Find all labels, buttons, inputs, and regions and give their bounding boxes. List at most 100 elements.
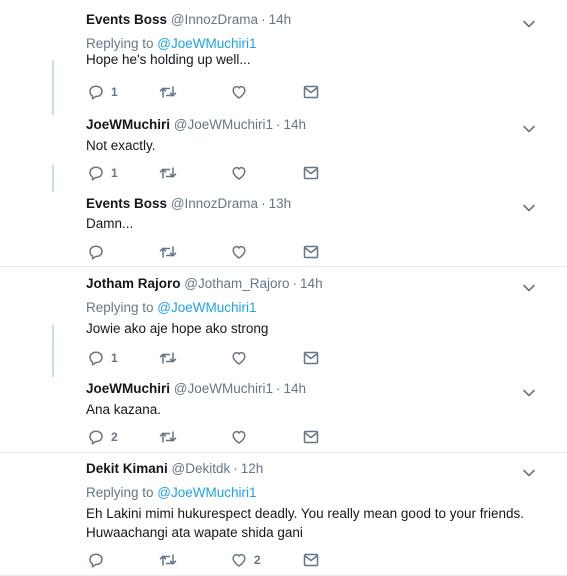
- reply-button[interactable]: 1: [88, 348, 118, 368]
- replying-to-link[interactable]: @JoeWMuchiri1: [157, 300, 256, 315]
- tweet-header: JoeWMuchiri @JoeWMuchiri1 · 14h: [86, 117, 306, 132]
- retweet-icon: [159, 429, 177, 445]
- heart-icon: [231, 350, 247, 366]
- tweet-timestamp[interactable]: 14h: [269, 12, 292, 27]
- retweet-icon: [159, 244, 177, 260]
- tweet[interactable]: Events Boss @InnozDrama · 14h Replying to @…: [0, 12, 567, 104]
- conversation-thread: Jotham Rajoro @Jotham_Rajoro · 14h Replying…: [0, 266, 567, 453]
- heart-icon: [231, 84, 247, 100]
- tweet[interactable]: Dekit Kimani @Dekitdk · 12h Replying to @Jo…: [0, 461, 567, 572]
- reply-count: 1: [111, 85, 118, 99]
- like-button[interactable]: [231, 242, 254, 262]
- replying-to-label: Replying to: [86, 36, 158, 51]
- tweet-text: Damn...: [86, 216, 134, 231]
- tweet-text: Not exactly.: [86, 138, 156, 153]
- author-handle[interactable]: @Jotham_Rajoro: [184, 276, 289, 291]
- more-options-chevron-down-icon[interactable]: [522, 465, 536, 477]
- author-name[interactable]: JoeWMuchiri: [86, 117, 170, 132]
- retweet-button[interactable]: [159, 82, 177, 102]
- replying-to-link[interactable]: @JoeWMuchiri1: [157, 36, 256, 51]
- direct-message-button[interactable]: [303, 550, 319, 570]
- tweet-text: Ana kazana.: [86, 402, 162, 417]
- tweet[interactable]: JoeWMuchiri @JoeWMuchiri1 · 14h Not exactly…: [0, 117, 567, 185]
- conversation-thread: Dekit Kimani @Dekitdk · 12h Replying to @Jo…: [0, 452, 567, 576]
- author-name[interactable]: JoeWMuchiri: [86, 381, 170, 396]
- heart-icon: [231, 429, 247, 445]
- tweet-actions: 2: [86, 427, 346, 447]
- author-handle[interactable]: @InnozDrama: [171, 196, 258, 211]
- envelope-icon: [303, 85, 319, 99]
- like-button[interactable]: [231, 427, 254, 447]
- tweet-actions: 1: [86, 348, 346, 368]
- retweet-button[interactable]: [159, 163, 177, 183]
- retweet-button[interactable]: [159, 550, 177, 570]
- reply-count: 2: [111, 430, 118, 444]
- tweet-timestamp[interactable]: 14h: [300, 276, 323, 291]
- more-options-chevron-down-icon[interactable]: [522, 385, 536, 397]
- replying-to-label: Replying to: [86, 300, 158, 315]
- direct-message-button[interactable]: [303, 163, 319, 183]
- reply-button[interactable]: 1: [88, 82, 118, 102]
- reply-icon: [88, 350, 104, 366]
- tweet-actions: [86, 242, 346, 262]
- reply-icon: [88, 84, 104, 100]
- reply-button[interactable]: 2: [88, 427, 118, 447]
- author-name[interactable]: Events Boss: [86, 12, 167, 27]
- tweet-timestamp[interactable]: 14h: [284, 117, 307, 132]
- retweet-icon: [159, 165, 177, 181]
- reply-icon: [88, 552, 104, 568]
- tweet-header: JoeWMuchiri @JoeWMuchiri1 · 14h: [86, 381, 306, 396]
- author-name[interactable]: Jotham Rajoro: [86, 276, 181, 291]
- replying-to: Replying to @JoeWMuchiri1: [86, 485, 257, 500]
- reply-button[interactable]: [88, 550, 111, 570]
- direct-message-button[interactable]: [303, 427, 319, 447]
- tweet-timestamp[interactable]: 12h: [241, 461, 264, 476]
- heart-icon: [231, 165, 247, 181]
- tweet-timestamp[interactable]: 13h: [269, 196, 292, 211]
- author-handle[interactable]: @Dekitdk: [172, 461, 231, 476]
- reply-button[interactable]: [88, 242, 111, 262]
- like-button[interactable]: [231, 82, 254, 102]
- separator-dot: ·: [276, 117, 281, 132]
- author-name[interactable]: Dekit Kimani: [86, 461, 168, 476]
- more-options-chevron-down-icon[interactable]: [522, 280, 536, 292]
- conversation-thread: Events Boss @InnozDrama · 14h Replying to @…: [0, 0, 567, 267]
- reply-count: 1: [111, 351, 118, 365]
- more-options-chevron-down-icon[interactable]: [522, 16, 536, 28]
- like-button[interactable]: 2: [231, 550, 261, 570]
- separator-dot: ·: [261, 196, 266, 211]
- author-handle[interactable]: @JoeWMuchiri1: [174, 117, 273, 132]
- envelope-icon: [303, 166, 319, 180]
- like-count: 2: [254, 553, 261, 567]
- retweet-button[interactable]: [159, 242, 177, 262]
- tweet[interactable]: JoeWMuchiri @JoeWMuchiri1 · 14h Ana kazana.…: [0, 381, 567, 449]
- tweet-header: Dekit Kimani @Dekitdk · 12h: [86, 461, 263, 476]
- author-name[interactable]: Events Boss: [86, 196, 167, 211]
- author-handle[interactable]: @JoeWMuchiri1: [174, 381, 273, 396]
- separator-dot: ·: [292, 276, 298, 291]
- direct-message-button[interactable]: [303, 242, 319, 262]
- like-button[interactable]: [231, 163, 254, 183]
- author-handle[interactable]: @InnozDrama: [171, 12, 258, 27]
- tweet[interactable]: Events Boss @InnozDrama · 13h Damn...: [0, 196, 567, 264]
- retweet-button[interactable]: [159, 348, 177, 368]
- tweet-text: Jowie ako aje hope ako strong: [86, 321, 269, 336]
- separator-dot: ·: [276, 381, 281, 396]
- tweet-timestamp[interactable]: 14h: [284, 381, 307, 396]
- retweet-icon: [159, 350, 177, 366]
- envelope-icon: [303, 245, 319, 259]
- reply-button[interactable]: 1: [88, 163, 118, 183]
- more-options-chevron-down-icon[interactable]: [522, 200, 536, 212]
- replying-to: Replying to @JoeWMuchiri1: [86, 300, 257, 315]
- tweet[interactable]: Jotham Rajoro @Jotham_Rajoro · 14h Replying…: [0, 276, 567, 370]
- direct-message-button[interactable]: [303, 348, 319, 368]
- tweet-header: Events Boss @InnozDrama · 14h: [86, 12, 291, 27]
- direct-message-button[interactable]: [303, 82, 319, 102]
- like-button[interactable]: [231, 348, 254, 368]
- replying-to-link[interactable]: @JoeWMuchiri1: [157, 485, 256, 500]
- more-options-chevron-down-icon[interactable]: [522, 121, 536, 133]
- reply-count: 1: [111, 166, 118, 180]
- reply-icon: [88, 244, 104, 260]
- retweet-icon: [159, 552, 177, 568]
- retweet-button[interactable]: [159, 427, 177, 447]
